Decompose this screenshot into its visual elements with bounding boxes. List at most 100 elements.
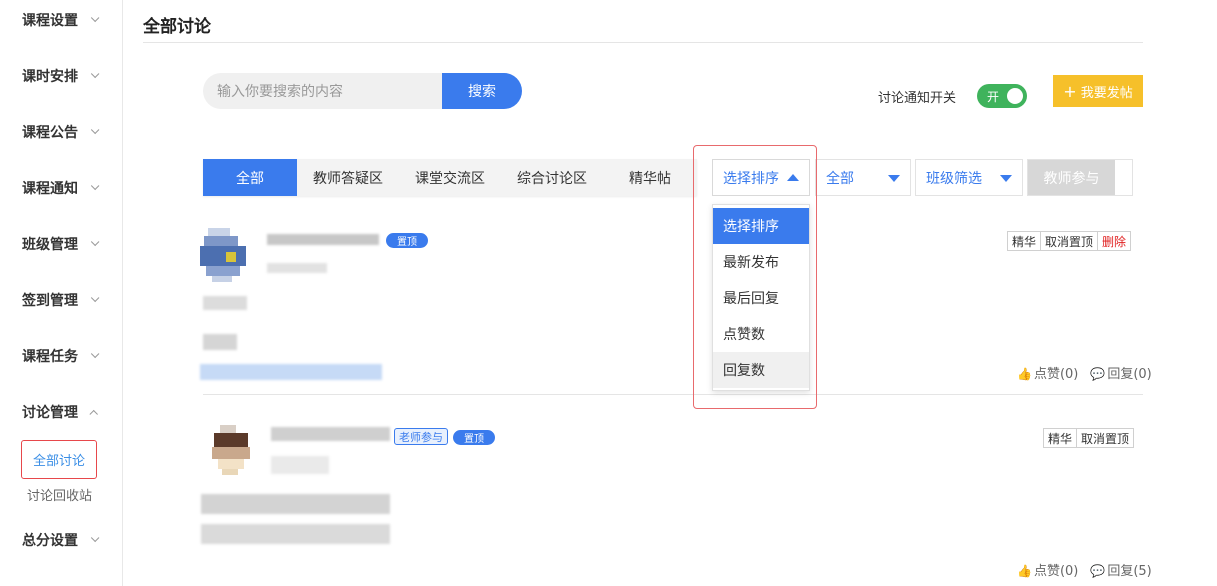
plus-icon: + bbox=[1063, 81, 1077, 101]
like-button[interactable]: 👍 点赞(0) bbox=[1017, 560, 1078, 579]
post-stats: 👍 点赞(0) 💬 回复(5) bbox=[1017, 560, 1152, 579]
chevron-up-icon bbox=[89, 409, 98, 419]
chevron-down-icon bbox=[90, 349, 100, 359]
thumbs-up-icon: 👍 bbox=[1017, 564, 1032, 578]
sidebar-item-label: 签到管理 bbox=[22, 293, 78, 309]
tab-featured[interactable]: 精华帖 bbox=[603, 159, 697, 196]
pinned-badge: 置顶 bbox=[386, 233, 428, 248]
sidebar-item-label: 课程设置 bbox=[22, 13, 78, 29]
sidebar-item-label: 班级管理 bbox=[22, 237, 78, 253]
post-content bbox=[203, 334, 237, 350]
post-actions: 精华 取消置顶 删除 bbox=[1007, 231, 1132, 251]
new-post-label: 我要发帖 bbox=[1080, 85, 1133, 101]
sort-dropdown-menu: 选择排序 最新发布 最后回复 点赞数 回复数 bbox=[712, 204, 810, 391]
tab-general[interactable]: 综合讨论区 bbox=[501, 159, 603, 196]
sort-select[interactable]: 选择排序 bbox=[712, 159, 810, 196]
category-tabs: 全部 教师答疑区 课堂交流区 综合讨论区 精华帖 bbox=[203, 159, 697, 196]
like-count: 点赞(0) bbox=[1033, 564, 1079, 579]
caret-down-icon bbox=[888, 175, 900, 182]
chevron-down-icon bbox=[90, 69, 100, 79]
teacher-participation-toggle[interactable]: 教师参与 bbox=[1027, 159, 1133, 196]
sidebar-sub-recycle-bin[interactable]: 讨论回收站 bbox=[27, 485, 92, 504]
post-title bbox=[201, 494, 390, 514]
sidebar-item-label: 课程任务 bbox=[22, 349, 78, 365]
tab-classroom[interactable]: 课堂交流区 bbox=[399, 159, 501, 196]
tab-teacher-qa[interactable]: 教师答疑区 bbox=[297, 159, 399, 196]
comment-icon: 💬 bbox=[1090, 367, 1106, 381]
pinned-badge: 置顶 bbox=[453, 430, 495, 445]
caret-up-icon bbox=[787, 174, 799, 181]
toggle-knob bbox=[1007, 88, 1023, 104]
post-time bbox=[271, 456, 329, 474]
chevron-down-icon bbox=[90, 13, 100, 23]
feature-button[interactable]: 精华 bbox=[1007, 231, 1042, 251]
sidebar-item-label: 总分设置 bbox=[22, 533, 78, 549]
post-actions: 精华 取消置顶 bbox=[1043, 428, 1135, 448]
sidebar-item-label: 课程公告 bbox=[22, 125, 78, 141]
class-filter-value: 班级筛选 bbox=[926, 170, 982, 187]
post-divider bbox=[203, 394, 1143, 395]
sidebar-item-class[interactable]: 班级管理 bbox=[22, 233, 100, 255]
sidebar: 课程设置 课时安排 课程公告 课程通知 班级管理 签到管理 课程任务 讨论管理 … bbox=[0, 0, 123, 586]
new-post-button[interactable]: + 我要发帖 bbox=[1053, 75, 1143, 107]
sort-option-likes[interactable]: 点赞数 bbox=[713, 316, 809, 352]
sidebar-item-tasks[interactable]: 课程任务 bbox=[22, 345, 100, 367]
sidebar-item-label: 课程通知 bbox=[22, 181, 78, 197]
delete-button[interactable]: 删除 bbox=[1097, 231, 1132, 251]
sidebar-item-discussion[interactable]: 讨论管理 bbox=[22, 401, 98, 423]
sort-option-latest[interactable]: 最新发布 bbox=[713, 244, 809, 280]
post-title bbox=[203, 296, 247, 310]
sort-select-value: 选择排序 bbox=[723, 170, 779, 187]
comment-icon: 💬 bbox=[1090, 564, 1106, 578]
unpin-button[interactable]: 取消置顶 bbox=[1076, 428, 1135, 448]
sort-option-replies[interactable]: 回复数 bbox=[713, 352, 809, 388]
title-divider bbox=[143, 42, 1143, 43]
sidebar-item-schedule[interactable]: 课时安排 bbox=[22, 65, 100, 87]
like-count: 点赞(0) bbox=[1033, 367, 1079, 382]
sort-option-select[interactable]: 选择排序 bbox=[713, 208, 809, 244]
chevron-down-icon bbox=[90, 533, 100, 543]
reply-button[interactable]: 💬 回复(0) bbox=[1090, 363, 1151, 382]
post-link[interactable] bbox=[200, 364, 382, 380]
notify-label: 讨论通知开关 bbox=[878, 91, 957, 106]
post-content bbox=[201, 524, 390, 544]
sidebar-item-label: 课时安排 bbox=[22, 69, 78, 85]
search-button[interactable]: 搜索 bbox=[442, 73, 522, 109]
sidebar-item-label: 讨论管理 bbox=[22, 405, 78, 421]
tab-all[interactable]: 全部 bbox=[203, 159, 297, 196]
feature-button[interactable]: 精华 bbox=[1043, 428, 1078, 448]
reply-button[interactable]: 💬 回复(5) bbox=[1090, 560, 1151, 579]
caret-down-icon bbox=[1000, 175, 1012, 182]
sidebar-item-total-score[interactable]: 总分设置 bbox=[22, 529, 100, 551]
like-button[interactable]: 👍 点赞(0) bbox=[1017, 363, 1078, 382]
post-stats: 👍 点赞(0) 💬 回复(0) bbox=[1017, 363, 1152, 382]
class-filter-select[interactable]: 班级筛选 bbox=[915, 159, 1023, 196]
toggle-label: 开 bbox=[987, 89, 1000, 104]
reply-count: 回复(0) bbox=[1107, 367, 1152, 382]
sidebar-item-checkin[interactable]: 签到管理 bbox=[22, 289, 100, 311]
teacher-participation-label: 教师参与 bbox=[1028, 160, 1115, 195]
sidebar-sub-all-discussions[interactable]: 全部讨论 bbox=[21, 440, 97, 479]
sidebar-item-announcement[interactable]: 课程公告 bbox=[22, 121, 100, 143]
author-name bbox=[267, 234, 379, 245]
chevron-down-icon bbox=[90, 293, 100, 303]
teacher-participated-badge: 老师参与 bbox=[394, 428, 448, 445]
search-input[interactable]: 输入你要搜索的内容 bbox=[203, 73, 443, 109]
reply-count: 回复(5) bbox=[1107, 564, 1152, 579]
sidebar-item-course-settings[interactable]: 课程设置 bbox=[22, 9, 100, 31]
author-name bbox=[271, 427, 390, 441]
sort-option-last-reply[interactable]: 最后回复 bbox=[713, 280, 809, 316]
chevron-down-icon bbox=[90, 125, 100, 135]
chevron-down-icon bbox=[90, 181, 100, 191]
notify-toggle[interactable]: 开 bbox=[977, 84, 1027, 108]
sidebar-item-notice[interactable]: 课程通知 bbox=[22, 177, 100, 199]
thumbs-up-icon: 👍 bbox=[1017, 367, 1032, 381]
avatar bbox=[208, 425, 258, 475]
scope-select-value: 全部 bbox=[826, 170, 854, 187]
post-time bbox=[267, 263, 327, 273]
chevron-down-icon bbox=[90, 237, 100, 247]
avatar bbox=[198, 228, 248, 282]
page-title: 全部讨论 bbox=[143, 17, 211, 37]
unpin-button[interactable]: 取消置顶 bbox=[1040, 231, 1099, 251]
scope-select[interactable]: 全部 bbox=[815, 159, 911, 196]
